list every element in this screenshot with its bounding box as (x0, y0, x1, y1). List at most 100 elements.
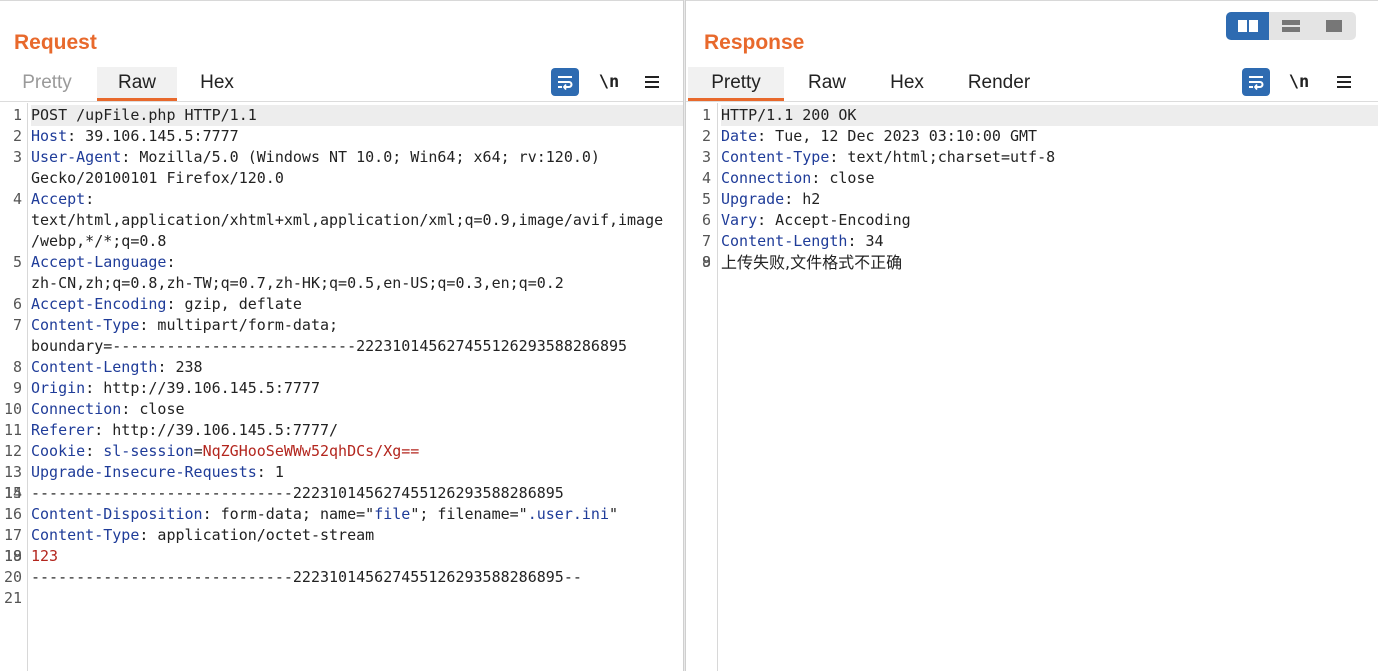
request-code-line: 19 123 (0, 546, 683, 567)
request-line-number: 9 (12, 379, 22, 397)
request-token: : 39.106.145.5:7777 (67, 127, 239, 145)
request-line-content: 123 (31, 546, 683, 567)
request-menu-button[interactable] (638, 67, 666, 97)
single-pane-layout-button[interactable] (1313, 12, 1356, 40)
request-line-number: 11 (3, 421, 22, 439)
request-code-line: /webp,*/*;q=0.8 (0, 231, 683, 252)
request-line-number: 20 (3, 568, 22, 586)
request-token: : (166, 253, 176, 271)
response-line-number: 1 (701, 106, 711, 124)
response-line-content: Vary: Accept-Encoding (721, 210, 1378, 231)
response-line-number: 3 (701, 148, 711, 166)
request-line-number: 8 (12, 358, 22, 376)
request-token: : http://39.106.145.5:7777/ (94, 421, 339, 439)
request-line-content: zh-CN,zh;q=0.8,zh-TW;q=0.7,zh-HK;q=0.5,e… (31, 273, 683, 294)
response-tab-hex[interactable]: Hex (872, 67, 942, 101)
request-token: : close (121, 400, 185, 418)
response-code-line: 5 Upgrade: h2 (686, 189, 1378, 210)
response-wrap-button[interactable] (1241, 67, 1271, 97)
request-token: -----------------------------22231014562… (31, 484, 564, 502)
request-line-number: 3 (12, 148, 22, 166)
response-tab-render[interactable]: Render (954, 67, 1044, 101)
request-token: User-Agent (31, 148, 122, 166)
request-editor[interactable]: 1 POST /upFile.php HTTP/1.1 2 Host: 39.106.… (0, 103, 683, 671)
request-code-line: 16 Content-Disposition: form-data; name="… (0, 504, 683, 525)
request-token: Origin (31, 379, 86, 397)
response-line-content: Content-Length: 34 (721, 231, 1378, 252)
response-lines: 1 HTTP/1.1 200 OK 2 Date: Tue, 12 Dec 2023 … (686, 105, 1378, 274)
request-newline-toggle[interactable]: \n (594, 67, 624, 97)
request-line-content: POST /upFile.php HTTP/1.1 (31, 105, 683, 126)
request-token: : application/octet-stream (139, 526, 375, 544)
request-token: : (85, 190, 95, 208)
request-token: : multipart/form-data; (139, 316, 339, 334)
request-line-content: Connection: close (31, 399, 683, 420)
request-line-content: Referer: http://39.106.145.5:7777/ (31, 420, 683, 441)
request-code-line: 8 Content-Length: 238 (0, 357, 683, 378)
response-token: Connection (721, 169, 812, 187)
response-newline-toggle[interactable]: \n (1284, 67, 1314, 97)
response-code-line: 4 Connection: close (686, 168, 1378, 189)
request-line-number: 10 (3, 400, 22, 418)
response-line-number: 7 (701, 232, 711, 250)
request-line-content: Content-Type: application/octet-stream (31, 525, 683, 546)
response-token: Content-Length (721, 232, 848, 250)
request-line-number: 21 (3, 589, 22, 607)
request-code-line: text/html,application/xhtml+xml,applicat… (0, 210, 683, 231)
request-line-content: Cookie: sl-session=NqZGHooSeWWw52qhDCs/X… (31, 441, 683, 462)
response-token: Upgrade (721, 190, 785, 208)
request-tabs: Pretty Raw Hex \n (0, 67, 683, 102)
request-line-number: 2 (12, 127, 22, 145)
request-tab-raw[interactable]: Raw (97, 67, 177, 101)
request-line-content: Content-Type: multipart/form-data; (31, 315, 683, 336)
request-wrap-button[interactable] (550, 67, 580, 97)
response-line-number: 4 (701, 169, 711, 187)
request-token: Content-Length (31, 358, 158, 376)
request-line-content: /webp,*/*;q=0.8 (31, 231, 683, 252)
request-code-line: 13 Upgrade-Insecure-Requests: 1 (0, 462, 683, 483)
request-line-content: Accept-Encoding: gzip, deflate (31, 294, 683, 315)
request-token: zh-CN,zh;q=0.8,zh-TW;q=0.7,zh-HK;q=0.5,e… (31, 274, 564, 292)
request-line-content: -----------------------------22231014562… (31, 567, 683, 588)
request-tab-pretty[interactable]: Pretty (6, 67, 88, 101)
hamburger-menu-icon (1337, 76, 1351, 88)
request-line-content: Content-Length: 238 (31, 357, 683, 378)
response-token: : 34 (847, 232, 884, 250)
request-token: Accept (31, 190, 86, 208)
request-token: : Mozilla/5.0 (Windows NT 10.0; Win64; x… (121, 148, 600, 166)
request-token: Content-Type (31, 526, 140, 544)
request-code-line: 15 -----------------------------222310145… (0, 483, 683, 504)
request-code-line: 11 Referer: http://39.106.145.5:7777/ (0, 420, 683, 441)
response-tab-pretty[interactable]: Pretty (688, 67, 784, 101)
response-code-line: 6 Vary: Accept-Encoding (686, 210, 1378, 231)
request-title: Request (14, 31, 97, 54)
request-token: : form-data; name=" (202, 505, 375, 523)
request-line-number: 13 (3, 463, 22, 481)
request-code-line: Gecko/20100101 Firefox/120.0 (0, 168, 683, 189)
request-pane: Request Pretty Raw Hex \n 1 POST /upFile.… (0, 0, 683, 671)
response-code-line: 1 HTTP/1.1 200 OK (686, 105, 1378, 126)
side-by-side-layout-icon (1237, 20, 1258, 32)
request-line-number: 15 (3, 484, 22, 502)
response-menu-button[interactable] (1330, 67, 1358, 97)
request-code-line: 20 -----------------------------222310145… (0, 567, 683, 588)
request-tab-hex[interactable]: Hex (180, 67, 254, 101)
response-line-number: 9 (701, 253, 711, 271)
response-title: Response (704, 31, 805, 54)
response-tab-raw[interactable]: Raw (790, 67, 864, 101)
side-by-side-layout-button[interactable] (1226, 12, 1270, 40)
request-token: Content-Type (31, 316, 140, 334)
request-code-line: boundary=---------------------------2223… (0, 336, 683, 357)
request-line-number: 6 (12, 295, 22, 313)
top-bottom-layout-button[interactable] (1269, 12, 1312, 40)
response-line-content: Connection: close (721, 168, 1378, 189)
response-editor[interactable]: 1 HTTP/1.1 200 OK 2 Date: Tue, 12 Dec 2023 … (686, 103, 1378, 671)
request-code-line: 17 Content-Type: application/octet-stream (0, 525, 683, 546)
request-token: Content-Disposition (31, 505, 203, 523)
hamburger-menu-icon (645, 76, 659, 88)
request-token: : 238 (157, 358, 203, 376)
request-line-content: -----------------------------22231014562… (31, 483, 683, 504)
request-token: Referer (31, 421, 95, 439)
request-token: Accept-Language (31, 253, 167, 271)
request-line-content: User-Agent: Mozilla/5.0 (Windows NT 10.0… (31, 147, 683, 168)
